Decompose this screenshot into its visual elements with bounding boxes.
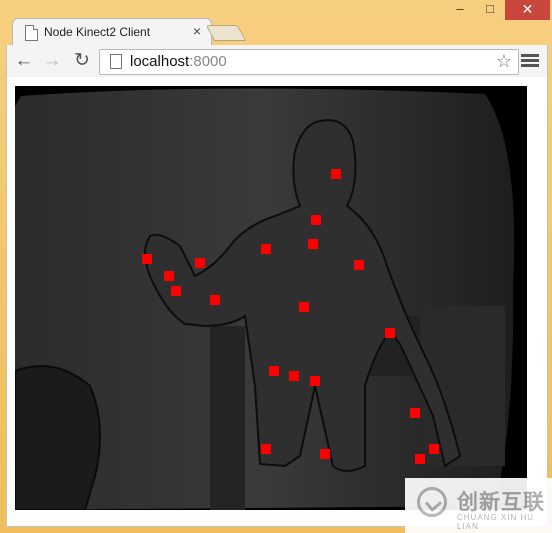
joint-shoulder-left — [354, 260, 364, 270]
joint-knee-right — [261, 444, 271, 454]
kinect-depth-canvas — [15, 86, 527, 510]
back-arrow-icon[interactable]: ← — [13, 50, 35, 72]
url-text[interactable]: localhost:8000 — [130, 53, 227, 70]
address-bar[interactable]: localhost:8000 ☆ — [99, 49, 519, 75]
watermark-logo-icon — [417, 487, 447, 517]
joint-hip-right — [269, 366, 279, 376]
tab-node-kinect2-client[interactable]: Node Kinect2 Client × — [12, 18, 212, 46]
joint-handtip-left — [415, 454, 425, 464]
depth-image — [15, 86, 527, 510]
page-icon — [110, 54, 122, 69]
bookmark-star-icon[interactable]: ☆ — [496, 50, 512, 72]
menu-icon[interactable] — [521, 52, 539, 70]
watermark-title: 创新互联 — [457, 491, 545, 514]
joint-hip-left — [310, 376, 320, 386]
maximize-button[interactable]: □ — [476, 0, 504, 20]
joint-elbow-left — [385, 328, 395, 338]
reload-icon[interactable]: ↻ — [71, 50, 93, 72]
window-close-button[interactable]: ✕ — [505, 0, 550, 20]
toolbar: ← → ↻ localhost:8000 ☆ — [6, 45, 548, 77]
minimize-button[interactable]: ‒ — [446, 0, 474, 20]
watermark-subtitle: CHUANG XIN HU LIAN — [457, 513, 535, 531]
tab-close-icon[interactable]: × — [193, 23, 201, 39]
joint-shoulder-right — [261, 244, 271, 254]
joint-spine-base — [289, 371, 299, 381]
joint-thumb-right — [195, 258, 205, 268]
joint-elbow-right — [210, 295, 220, 305]
joint-wrist-right — [171, 286, 181, 296]
joint-neck — [311, 215, 321, 225]
joint-hand-left — [429, 444, 439, 454]
joint-knee-left — [320, 449, 330, 459]
watermark: 创新互联 CHUANG XIN HU LIAN — [405, 478, 552, 533]
tab-title: Node Kinect2 Client — [44, 25, 151, 39]
page-icon — [25, 25, 38, 41]
joint-hand-right — [164, 271, 174, 281]
forward-arrow-icon[interactable]: → — [41, 50, 63, 72]
joint-wrist-left — [410, 408, 420, 418]
joint-head — [331, 169, 341, 179]
url-port: :8000 — [189, 53, 227, 70]
joint-spine-shoulder — [308, 239, 318, 249]
joint-handtip-right — [142, 254, 152, 264]
url-host: localhost — [130, 53, 190, 70]
joint-spine-mid — [299, 302, 309, 312]
